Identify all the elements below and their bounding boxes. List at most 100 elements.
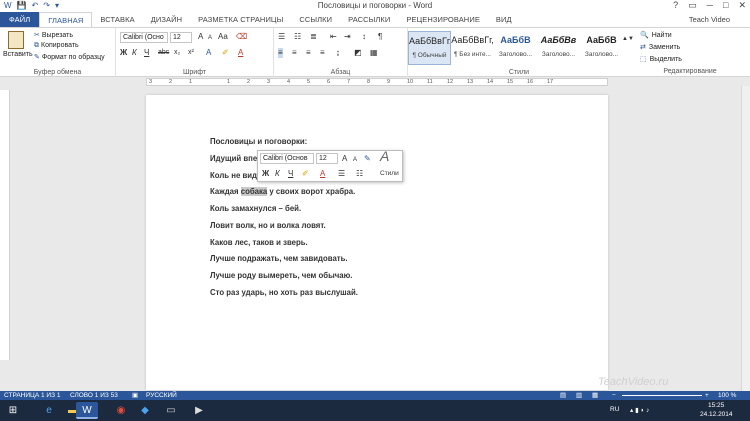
- format-painter-button[interactable]: ✎ Формат по образцу: [34, 53, 105, 61]
- print-layout-icon[interactable]: ▥: [576, 391, 582, 400]
- web-layout-icon[interactable]: ▦: [592, 391, 598, 400]
- mini-styles-button[interactable]: Стили: [380, 169, 399, 179]
- font-name-combo[interactable]: Calibri (Осно: [120, 32, 168, 43]
- status-page[interactable]: СТРАНИЦА 1 ИЗ 1: [4, 391, 60, 400]
- ie-icon[interactable]: e: [38, 402, 60, 419]
- copy-button[interactable]: ⧉ Копировать: [34, 42, 79, 50]
- align-left-icon[interactable]: ≡: [278, 48, 283, 58]
- tab-page-layout[interactable]: РАЗМЕТКА СТРАНИЦЫ: [190, 12, 291, 27]
- status-words[interactable]: СЛОВО 1 ИЗ 53: [70, 391, 118, 400]
- app-icon[interactable]: ◆: [134, 402, 156, 419]
- multilevel-list-icon[interactable]: ≣: [310, 32, 317, 42]
- mini-bullets-icon[interactable]: ☰: [338, 169, 345, 179]
- ruler-mark: 9: [387, 79, 391, 85]
- grow-font-button[interactable]: A: [198, 32, 203, 42]
- font-size-combo[interactable]: 12: [170, 32, 192, 43]
- monitor-icon[interactable]: ▭: [160, 402, 182, 419]
- superscript-button[interactable]: x²: [188, 48, 194, 58]
- shading-icon[interactable]: ◩: [354, 48, 362, 58]
- bullets-icon[interactable]: ☰: [278, 32, 285, 42]
- replace-button[interactable]: ⇄ Заменить: [640, 43, 680, 51]
- styles-scroll-icon[interactable]: ▲▼: [622, 34, 634, 44]
- select-button[interactable]: ⬚ Выделить: [640, 55, 682, 63]
- cut-button[interactable]: ✂ Вырезать: [34, 31, 73, 39]
- style-heading-3[interactable]: АаБбВ Заголово...: [580, 31, 623, 65]
- close-button[interactable]: ✕: [738, 0, 746, 11]
- minimize-button[interactable]: ─: [707, 0, 713, 11]
- mini-underline-button[interactable]: Ч: [288, 169, 293, 179]
- tab-view[interactable]: ВИД: [488, 12, 520, 27]
- proofing-icon[interactable]: ▣: [132, 391, 138, 400]
- start-icon[interactable]: ⊞: [2, 402, 24, 419]
- strikethrough-button[interactable]: abc: [158, 48, 169, 58]
- mini-bold-button[interactable]: Ж: [262, 169, 269, 179]
- ribbon-display-button[interactable]: ▭: [688, 0, 697, 11]
- subscript-button[interactable]: x₂: [174, 48, 180, 58]
- mini-font-combo[interactable]: Calibri (Основ: [260, 153, 314, 164]
- tab-design[interactable]: ДИЗАЙН: [143, 12, 190, 27]
- borders-icon[interactable]: ▦: [370, 48, 378, 58]
- vertical-ruler[interactable]: [0, 90, 10, 360]
- zoom-out-button[interactable]: −: [612, 391, 616, 400]
- bold-button[interactable]: Ж: [120, 48, 127, 58]
- numbering-icon[interactable]: ☷: [294, 32, 301, 42]
- status-language[interactable]: РУССКИЙ: [146, 391, 177, 400]
- paste-icon[interactable]: [8, 31, 24, 49]
- vertical-scrollbar[interactable]: [741, 86, 750, 391]
- style-normal[interactable]: АаБбВвГг, ¶ Обычный: [408, 31, 451, 65]
- underline-button[interactable]: Ч: [144, 48, 149, 58]
- account-name[interactable]: Teach Video: [689, 12, 730, 27]
- mini-highlight-icon[interactable]: ✐: [302, 169, 309, 179]
- italic-button[interactable]: К: [132, 48, 137, 58]
- sort-icon[interactable]: ↕: [362, 32, 366, 42]
- tab-references[interactable]: ССЫЛКИ: [291, 12, 340, 27]
- mini-shrink-font-icon[interactable]: A: [353, 155, 357, 165]
- media-icon[interactable]: ▶: [188, 402, 210, 419]
- read-mode-icon[interactable]: ▤: [560, 391, 566, 400]
- zoom-slider[interactable]: [622, 395, 702, 396]
- mini-styles-icon[interactable]: A: [380, 149, 389, 163]
- mini-numbering-icon[interactable]: ☷: [356, 169, 363, 179]
- align-right-icon[interactable]: ≡: [306, 48, 311, 58]
- align-center-icon[interactable]: ≡: [292, 48, 297, 58]
- mini-size-combo[interactable]: 12: [316, 153, 338, 164]
- tab-insert[interactable]: ВСТАВКА: [92, 12, 142, 27]
- tray-icons[interactable]: ▴ ▮ ◗ ♪: [630, 406, 649, 414]
- increase-indent-icon[interactable]: ⇥: [344, 32, 351, 42]
- zoom-in-button[interactable]: +: [705, 391, 709, 400]
- chrome-icon[interactable]: ◉: [110, 402, 132, 419]
- find-button[interactable]: 🔍 Найти: [640, 31, 672, 39]
- style-heading-2[interactable]: АаБбВв Заголово...: [537, 31, 580, 65]
- mini-font-color-icon[interactable]: A: [320, 169, 325, 179]
- highlight-icon[interactable]: ✐: [222, 48, 229, 58]
- clock-time[interactable]: 15:25: [708, 402, 724, 409]
- zoom-level[interactable]: 100 %: [718, 391, 736, 400]
- mini-italic-button[interactable]: К: [275, 169, 280, 179]
- justify-icon[interactable]: ≡: [320, 48, 325, 58]
- decrease-indent-icon[interactable]: ⇤: [330, 32, 337, 42]
- tab-file[interactable]: ФАЙЛ: [0, 12, 40, 27]
- document-page[interactable]: Пословицы и поговорки: Идущий впе Коль н…: [146, 95, 608, 390]
- line-spacing-icon[interactable]: ↨: [336, 48, 340, 58]
- mini-format-painter-icon[interactable]: ✎: [364, 154, 371, 164]
- style-heading-1[interactable]: АаБбВ Заголово...: [494, 31, 537, 65]
- text-effects-icon[interactable]: A: [206, 48, 211, 58]
- clock-date[interactable]: 24.12.2014: [700, 411, 733, 418]
- maximize-button[interactable]: □: [723, 0, 728, 11]
- mini-grow-font-icon[interactable]: A: [342, 154, 347, 164]
- styles-group-label: Стили: [508, 69, 530, 76]
- clear-format-icon[interactable]: ⌫: [236, 32, 247, 42]
- tab-home[interactable]: ГЛАВНАЯ: [39, 12, 93, 27]
- word-taskbar-icon[interactable]: W: [76, 402, 98, 419]
- horizontal-ruler[interactable]: 3 2 1 1 2 3 4 5 6 7 8 9 10 11 12 13 14 1…: [146, 78, 608, 86]
- paste-button[interactable]: Вставить: [3, 51, 33, 58]
- help-button[interactable]: ?: [673, 0, 678, 11]
- tab-mailings[interactable]: РАССЫЛКИ: [340, 12, 398, 27]
- font-color-button[interactable]: A: [238, 48, 243, 58]
- change-case-button[interactable]: Aa: [218, 32, 228, 42]
- tab-review[interactable]: РЕЦЕНЗИРОВАНИЕ: [398, 12, 488, 27]
- shrink-font-button[interactable]: A: [208, 33, 212, 43]
- style-no-spacing[interactable]: АаБбВвГг, ¶ Без инте...: [451, 31, 494, 65]
- pilcrow-icon[interactable]: ¶: [378, 32, 382, 42]
- input-language[interactable]: RU: [610, 406, 619, 413]
